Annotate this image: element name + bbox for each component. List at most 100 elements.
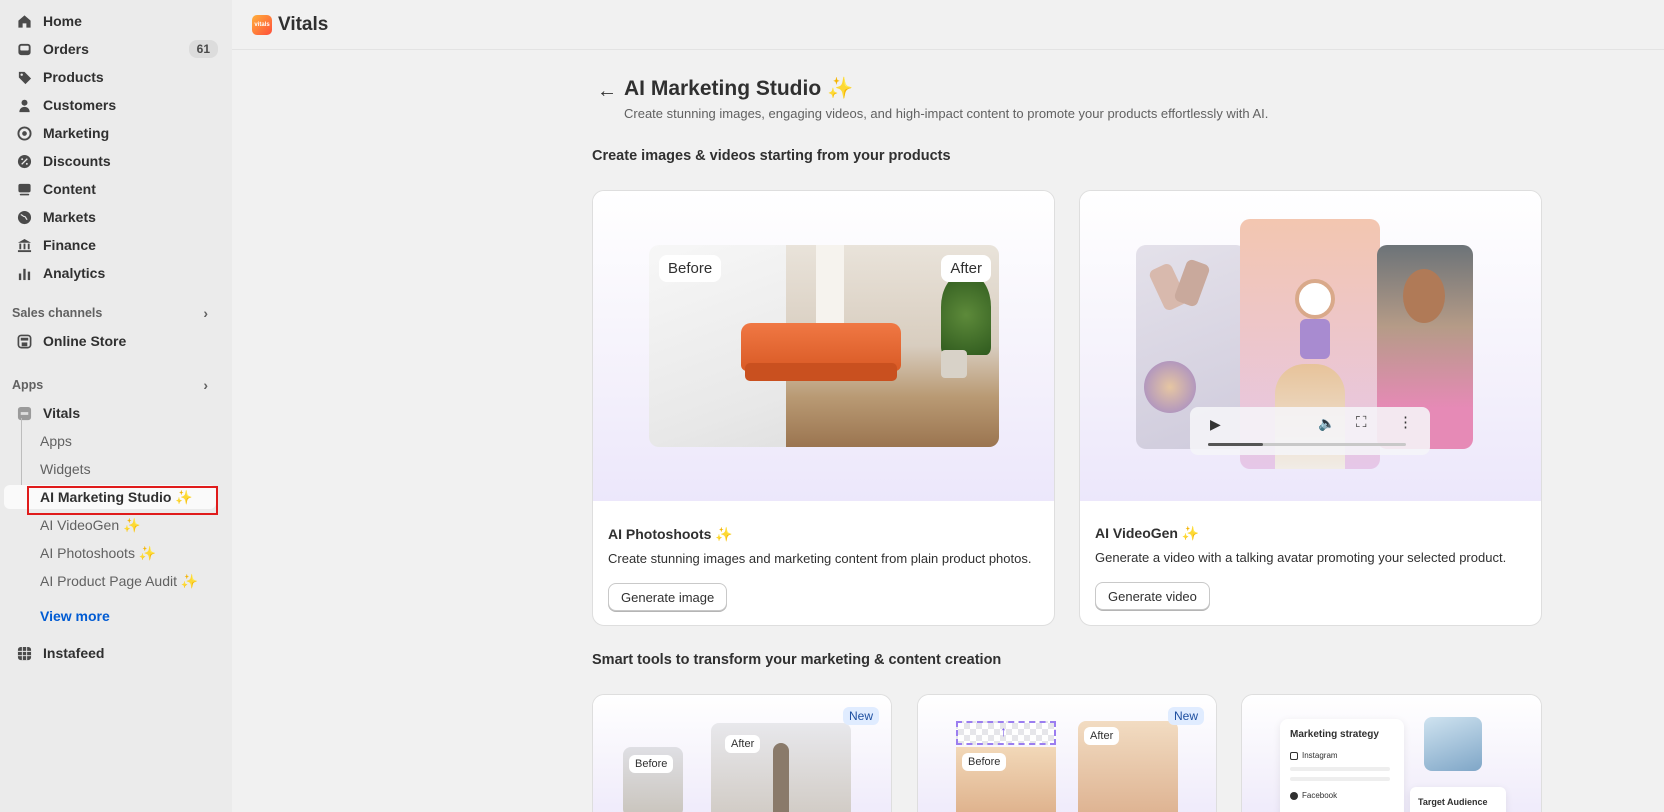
- nav-instafeed[interactable]: Instafeed: [12, 640, 218, 666]
- nav-content-label: Content: [43, 181, 96, 197]
- volume-icon[interactable]: 🔈: [1318, 415, 1335, 432]
- sub-item-ai-product-page-audit[interactable]: AI Product Page Audit ✨: [40, 569, 198, 593]
- section-heading-products: Create images & videos starting from you…: [592, 148, 951, 164]
- nav-home-label: Home: [43, 13, 82, 29]
- placeholder-line: [1290, 767, 1390, 771]
- bank-icon: [16, 237, 32, 253]
- videogen-card: ▶ 🔈 ⛶ ⋮ AI VideoGen ✨ Generate a video w…: [1079, 190, 1542, 626]
- photoshoots-desc: Create stunning images and marketing con…: [608, 551, 1032, 566]
- instagram-icon: [1290, 751, 1298, 760]
- nav-online-store-label: Online Store: [43, 333, 127, 349]
- tag-icon: [16, 69, 32, 85]
- target-icon: [16, 125, 32, 141]
- chevron-right-icon: ›: [203, 305, 208, 321]
- after-label: After: [1084, 727, 1120, 745]
- walking-woman: [773, 743, 789, 812]
- plant: [941, 275, 991, 355]
- nav-discounts[interactable]: Discounts: [12, 148, 218, 174]
- page-title: AI Marketing Studio ✨: [624, 77, 854, 100]
- vitals-app-icon: [16, 405, 32, 421]
- play-icon[interactable]: ▶: [1210, 416, 1221, 433]
- tool-card-2[interactable]: ↑ Before After New: [917, 694, 1217, 812]
- audience-panel: Target Audience: [1410, 787, 1506, 812]
- instagram-row: Instagram: [1290, 751, 1338, 760]
- nav-markets[interactable]: Markets: [12, 204, 218, 230]
- nav-customers[interactable]: Customers: [12, 92, 218, 118]
- after-label: After: [725, 735, 761, 753]
- nav-marketing[interactable]: Marketing: [12, 120, 218, 146]
- videogen-desc: Generate a video with a talking avatar p…: [1095, 550, 1507, 565]
- vitals-logo: vitals: [252, 14, 272, 35]
- nav-vitals-label: Vitals: [43, 405, 81, 421]
- apps-title: Apps: [12, 378, 44, 392]
- top-bar: vitals Vitals: [232, 0, 1664, 50]
- discount-icon: [16, 153, 32, 169]
- photoshoots-card: Before After AI Photoshoots ✨ Create stu…: [592, 190, 1055, 626]
- watch-strap: [1300, 319, 1330, 359]
- nav-online-store[interactable]: Online Store: [12, 328, 218, 354]
- app-name: Vitals: [278, 13, 329, 35]
- athlete-face: [1403, 269, 1445, 323]
- photoshoots-title: AI Photoshoots ✨: [608, 526, 733, 542]
- product-watch-image: [1424, 717, 1482, 771]
- strategy-panel: Marketing strategy Instagram Facebook: [1280, 719, 1404, 812]
- section-heading-smart-tools: Smart tools to transform your marketing …: [592, 652, 1002, 668]
- nav-vitals[interactable]: Vitals: [12, 400, 218, 426]
- vitals-logo-text: vitals: [254, 21, 270, 28]
- before-label: Before: [659, 255, 722, 282]
- video-progress-track[interactable]: [1208, 443, 1406, 446]
- instagram-label: Instagram: [1302, 751, 1338, 760]
- nav-discounts-label: Discounts: [43, 153, 111, 169]
- sub-item-widgets[interactable]: Widgets: [40, 457, 91, 481]
- nav-analytics-label: Analytics: [43, 265, 106, 281]
- upload-arrow-icon: ↑: [1000, 723, 1007, 739]
- orders-count-badge: 61: [188, 40, 218, 58]
- target-audience-title: Target Audience: [1418, 797, 1488, 807]
- nav-orders[interactable]: Orders 61: [12, 36, 218, 62]
- sub-item-apps[interactable]: Apps: [40, 429, 72, 453]
- grid-app-icon: [16, 645, 32, 661]
- tool-card-1[interactable]: Before After New: [592, 694, 892, 812]
- back-arrow-icon[interactable]: ←: [597, 80, 617, 103]
- globe-icon: [16, 209, 32, 225]
- nav-finance[interactable]: Finance: [12, 232, 218, 258]
- page-subtitle: Create stunning images, engaging videos,…: [624, 106, 1269, 121]
- generate-video-button[interactable]: Generate video: [1095, 582, 1210, 610]
- photoshoots-hero: Before After: [593, 191, 1054, 501]
- avatar-bubble: [1144, 361, 1196, 413]
- person-icon: [16, 97, 32, 113]
- watch-face: [1295, 279, 1335, 319]
- generate-image-button[interactable]: Generate image: [608, 583, 728, 611]
- tool-card-3[interactable]: Marketing strategy Instagram Facebook Ta…: [1241, 694, 1542, 812]
- after-label: After: [941, 255, 991, 282]
- video-player-controls[interactable]: ▶ 🔈 ⛶ ⋮: [1190, 407, 1430, 455]
- placeholder-line: [1290, 777, 1390, 781]
- sidebar: Home Orders 61 Products Customers Market…: [0, 0, 232, 812]
- store-icon: [16, 333, 32, 349]
- before-after-image: Before After: [649, 245, 999, 447]
- sales-channels-header[interactable]: Sales channels ›: [12, 305, 208, 321]
- videogen-title: AI VideoGen ✨: [1095, 525, 1200, 541]
- plant-pot: [941, 350, 967, 378]
- nav-products[interactable]: Products: [12, 64, 218, 90]
- nav-content[interactable]: Content: [12, 176, 218, 202]
- nav-analytics[interactable]: Analytics: [12, 260, 218, 286]
- nav-home[interactable]: Home: [12, 8, 218, 34]
- nav-marketing-label: Marketing: [43, 125, 110, 141]
- videogen-hero: ▶ 🔈 ⛶ ⋮: [1080, 191, 1541, 501]
- apps-header[interactable]: Apps ›: [12, 377, 208, 393]
- facebook-label: Facebook: [1302, 791, 1338, 800]
- content-icon: [16, 181, 32, 197]
- new-badge: New: [1167, 707, 1204, 725]
- fullscreen-icon[interactable]: ⛶: [1356, 414, 1367, 431]
- more-options-icon[interactable]: ⋮: [1398, 413, 1413, 431]
- nav-instafeed-label: Instafeed: [43, 645, 105, 661]
- nav-markets-label: Markets: [43, 209, 96, 225]
- upload-dropzone[interactable]: ↑: [956, 721, 1056, 745]
- tool-card-3-hero: Marketing strategy Instagram Facebook Ta…: [1242, 695, 1541, 812]
- sub-item-ai-photoshoots[interactable]: AI Photoshoots ✨: [40, 541, 156, 565]
- new-badge: New: [842, 707, 879, 725]
- sub-item-ai-videogen[interactable]: AI VideoGen ✨: [40, 513, 140, 537]
- view-more-link[interactable]: View more: [40, 608, 110, 624]
- selection-highlight-box: [27, 486, 218, 515]
